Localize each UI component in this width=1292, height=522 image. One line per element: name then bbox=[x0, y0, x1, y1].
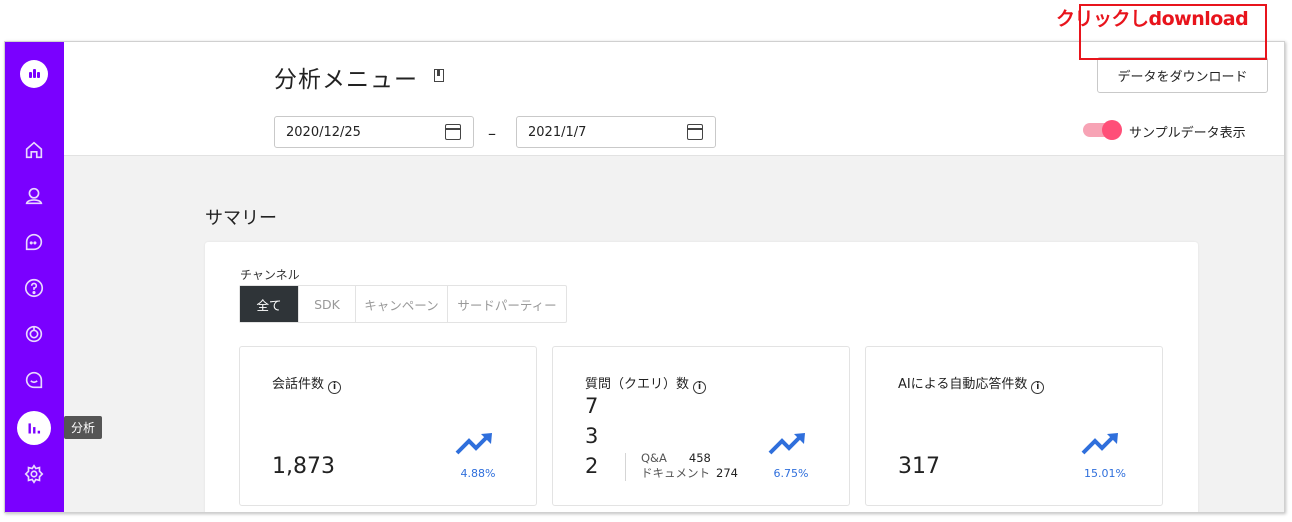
trend-percent: 4.88% bbox=[460, 467, 496, 480]
download-data-button[interactable]: データをダウンロード bbox=[1097, 57, 1268, 93]
metric-title: AIによる自動応答件数 bbox=[898, 377, 1028, 392]
info-icon[interactable]: i bbox=[1031, 381, 1045, 394]
calendar-icon[interactable] bbox=[445, 124, 461, 140]
tab-campaign[interactable]: キャンペーン bbox=[355, 286, 447, 322]
sample-data-label: サンプルデータ表示 bbox=[1129, 126, 1246, 141]
end-date-value: 2021/1/7 bbox=[528, 124, 587, 140]
tab-all[interactable]: 全て bbox=[240, 286, 298, 322]
divider bbox=[625, 453, 626, 481]
download-highlight-box bbox=[1079, 4, 1267, 60]
logo-icon[interactable] bbox=[20, 60, 48, 88]
chat-icon[interactable] bbox=[20, 228, 48, 256]
trending-up-icon bbox=[768, 433, 805, 455]
tab-third-party[interactable]: サードパーティー bbox=[447, 286, 566, 322]
message-icon[interactable] bbox=[20, 366, 48, 394]
start-date-input[interactable]: 2020/12/25 bbox=[274, 116, 474, 148]
metric-card-ai-responses: AIによる自動応答件数 i 317 15.01% bbox=[865, 346, 1163, 506]
query-breakdown: Q&A 458 ドキュメント 274 bbox=[641, 451, 738, 480]
target-icon[interactable] bbox=[20, 320, 48, 348]
trending-up-icon bbox=[1081, 433, 1118, 455]
analytics-icon[interactable] bbox=[17, 411, 51, 445]
date-separator: – bbox=[488, 124, 496, 143]
info-icon[interactable]: i bbox=[328, 381, 342, 394]
app-window: 分析 分析メニュー データをダウンロード 2020/12/25 – 2021/1… bbox=[4, 41, 1285, 513]
end-date-input[interactable]: 2021/1/7 bbox=[516, 116, 716, 148]
trend-percent: 6.75% bbox=[773, 467, 809, 480]
help-icon[interactable] bbox=[20, 274, 48, 302]
metric-title: 会話件数 bbox=[272, 377, 325, 392]
sidebar bbox=[5, 42, 64, 512]
metric-card-conversations: 会話件数 i 1,873 4.88% bbox=[239, 346, 537, 506]
trending-up-icon bbox=[455, 433, 492, 455]
gear-icon[interactable] bbox=[20, 460, 48, 488]
start-date-value: 2020/12/25 bbox=[286, 124, 361, 140]
metric-title: 質問（クエリ）数 bbox=[585, 377, 690, 392]
summary-title: サマリー bbox=[205, 208, 277, 229]
metric-value: 1,873 bbox=[272, 454, 335, 479]
user-icon[interactable] bbox=[20, 182, 48, 210]
metric-value: 317 bbox=[898, 454, 940, 479]
sample-data-toggle[interactable] bbox=[1083, 120, 1122, 140]
bookmark-icon[interactable] bbox=[434, 69, 444, 82]
channel-tabs: 全て SDK キャンペーン サードパーティー bbox=[239, 285, 567, 323]
sidebar-tooltip: 分析 bbox=[64, 416, 103, 439]
metric-card-queries: 質問（クエリ）数 i 7 3 2 Q&A 458 ドキュメント 274 6.75% bbox=[552, 346, 850, 506]
home-icon[interactable] bbox=[20, 136, 48, 164]
metric-value: 7 3 2 bbox=[585, 394, 599, 478]
summary-card: チャンネル 全て SDK キャンペーン サードパーティー 会話件数 i 1,873… bbox=[205, 242, 1198, 512]
tab-sdk[interactable]: SDK bbox=[298, 286, 355, 322]
page-title: 分析メニュー bbox=[274, 67, 418, 93]
channel-label: チャンネル bbox=[240, 268, 300, 282]
calendar-icon[interactable] bbox=[687, 124, 703, 140]
trend-percent: 15.01% bbox=[1084, 467, 1126, 480]
info-icon[interactable]: i bbox=[693, 381, 707, 394]
